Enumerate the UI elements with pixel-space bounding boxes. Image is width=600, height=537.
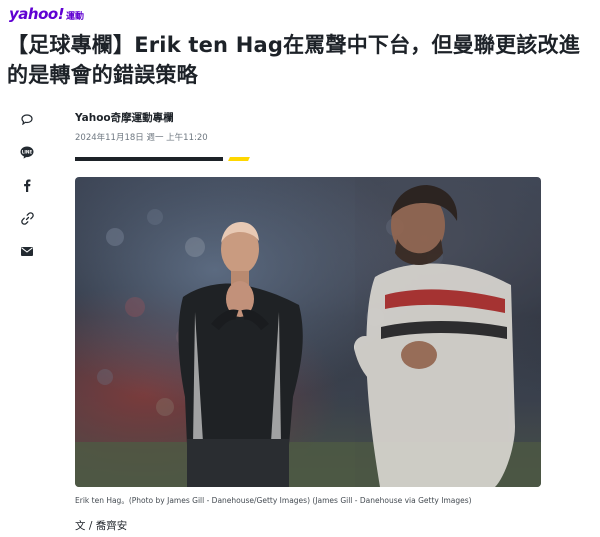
yahoo-logo: yahoo! <box>9 5 65 23</box>
line-share-button[interactable]: LINE <box>17 142 37 162</box>
facebook-share-button[interactable] <box>17 175 37 195</box>
publish-date: 2024年11月18日 週一 上午11:20 <box>75 133 208 143</box>
photo-illustration <box>75 177 541 487</box>
email-share-button[interactable] <box>17 241 37 261</box>
copy-link-button[interactable] <box>17 208 37 228</box>
line-icon: LINE <box>20 146 34 159</box>
link-icon <box>20 211 34 225</box>
byline: Yahoo奇摩運動專欄 2024年11月18日 週一 上午11:20 <box>75 110 208 143</box>
divider-bar <box>75 157 223 161</box>
mail-icon <box>21 246 33 256</box>
section-label: 運動 <box>66 12 85 22</box>
article-photo[interactable] <box>75 177 541 487</box>
facebook-icon <box>24 179 31 192</box>
article-headline: 【足球專欄】Erik ten Hag在罵聲中下台，但曼聯更該改進的是轉會的錯誤策… <box>7 33 580 87</box>
article-author-line: 文 / 喬齊安 <box>75 520 128 532</box>
svg-text:LINE: LINE <box>22 149 33 154</box>
comment-button[interactable] <box>17 109 37 129</box>
comment-icon <box>21 113 33 125</box>
author-name[interactable]: Yahoo奇摩運動專欄 <box>75 110 208 125</box>
share-bar: LINE <box>17 109 37 274</box>
yahoo-sports-logo[interactable]: yahoo! 運動 <box>9 5 84 23</box>
divider-accent <box>228 157 250 161</box>
photo-caption: Erik ten Hag。(Photo by James Gill - Dane… <box>75 496 472 505</box>
